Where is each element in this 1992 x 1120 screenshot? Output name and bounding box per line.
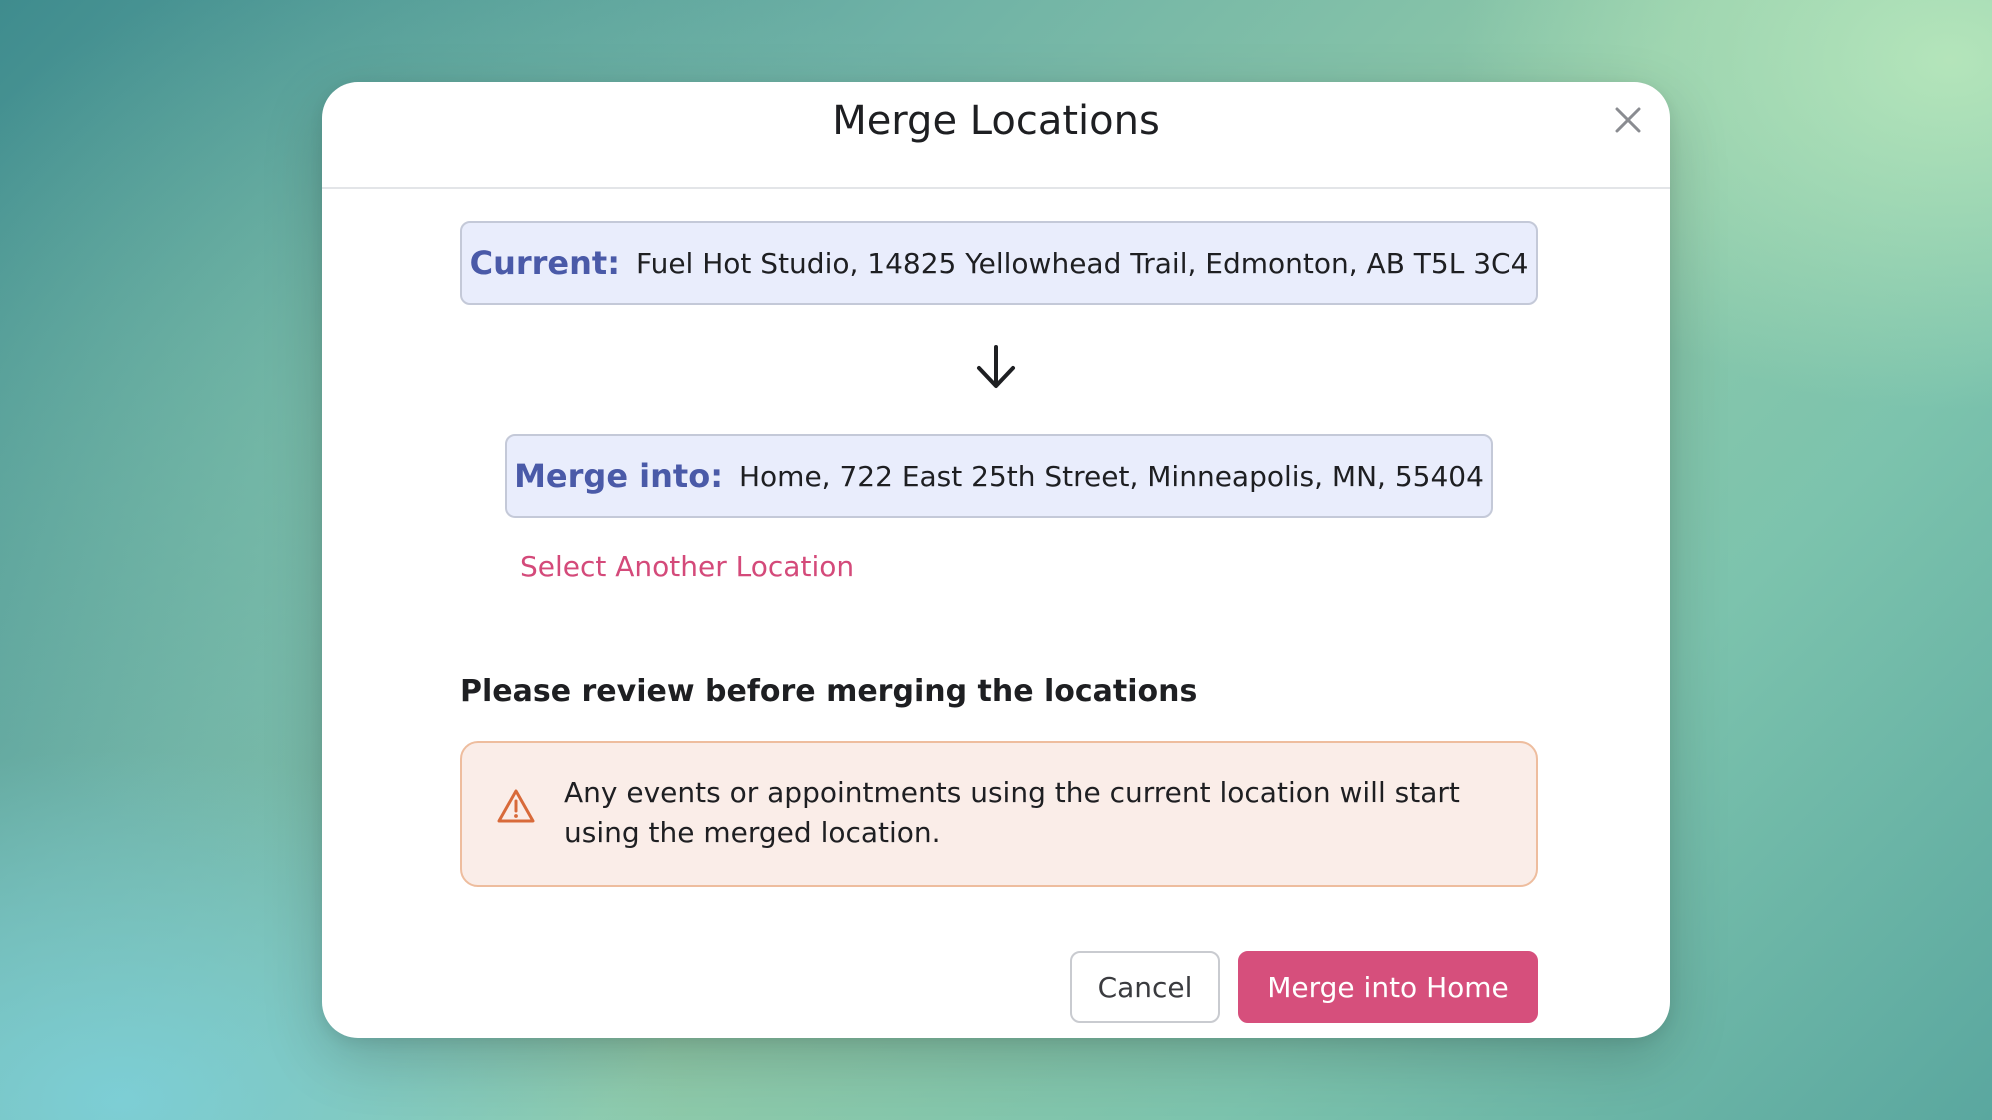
merge-into-home-button[interactable]: Merge into Home — [1238, 951, 1538, 1023]
warning-callout: Any events or appointments using the cur… — [460, 741, 1538, 887]
merge-locations-dialog: Merge Locations Current: Fuel Hot Studio… — [322, 82, 1670, 1038]
merge-into-label: Merge into: — [514, 457, 723, 495]
warning-text: Any events or appointments using the cur… — [564, 776, 1460, 849]
warning-triangle-icon — [497, 789, 535, 823]
current-location-value: Fuel Hot Studio, 14825 Yellowhead Trail,… — [636, 246, 1529, 280]
merge-into-location-box: Merge into: Home, 722 East 25th Street, … — [505, 434, 1493, 518]
close-button[interactable] — [1608, 100, 1648, 140]
merge-into-value: Home, 722 East 25th Street, Minneapolis,… — [738, 459, 1484, 493]
arrow-down-icon — [977, 345, 1015, 388]
select-another-location-link[interactable]: Select Another Location — [520, 550, 854, 583]
dialog-title: Merge Locations — [832, 98, 1160, 144]
dialog-header: Merge Locations — [322, 82, 1670, 189]
cancel-button[interactable]: Cancel — [1070, 951, 1220, 1023]
close-icon — [1615, 107, 1641, 133]
current-location-label: Current: — [469, 244, 620, 282]
review-heading: Please review before merging the locatio… — [460, 674, 1198, 709]
current-location-box: Current: Fuel Hot Studio, 14825 Yellowhe… — [460, 221, 1538, 305]
